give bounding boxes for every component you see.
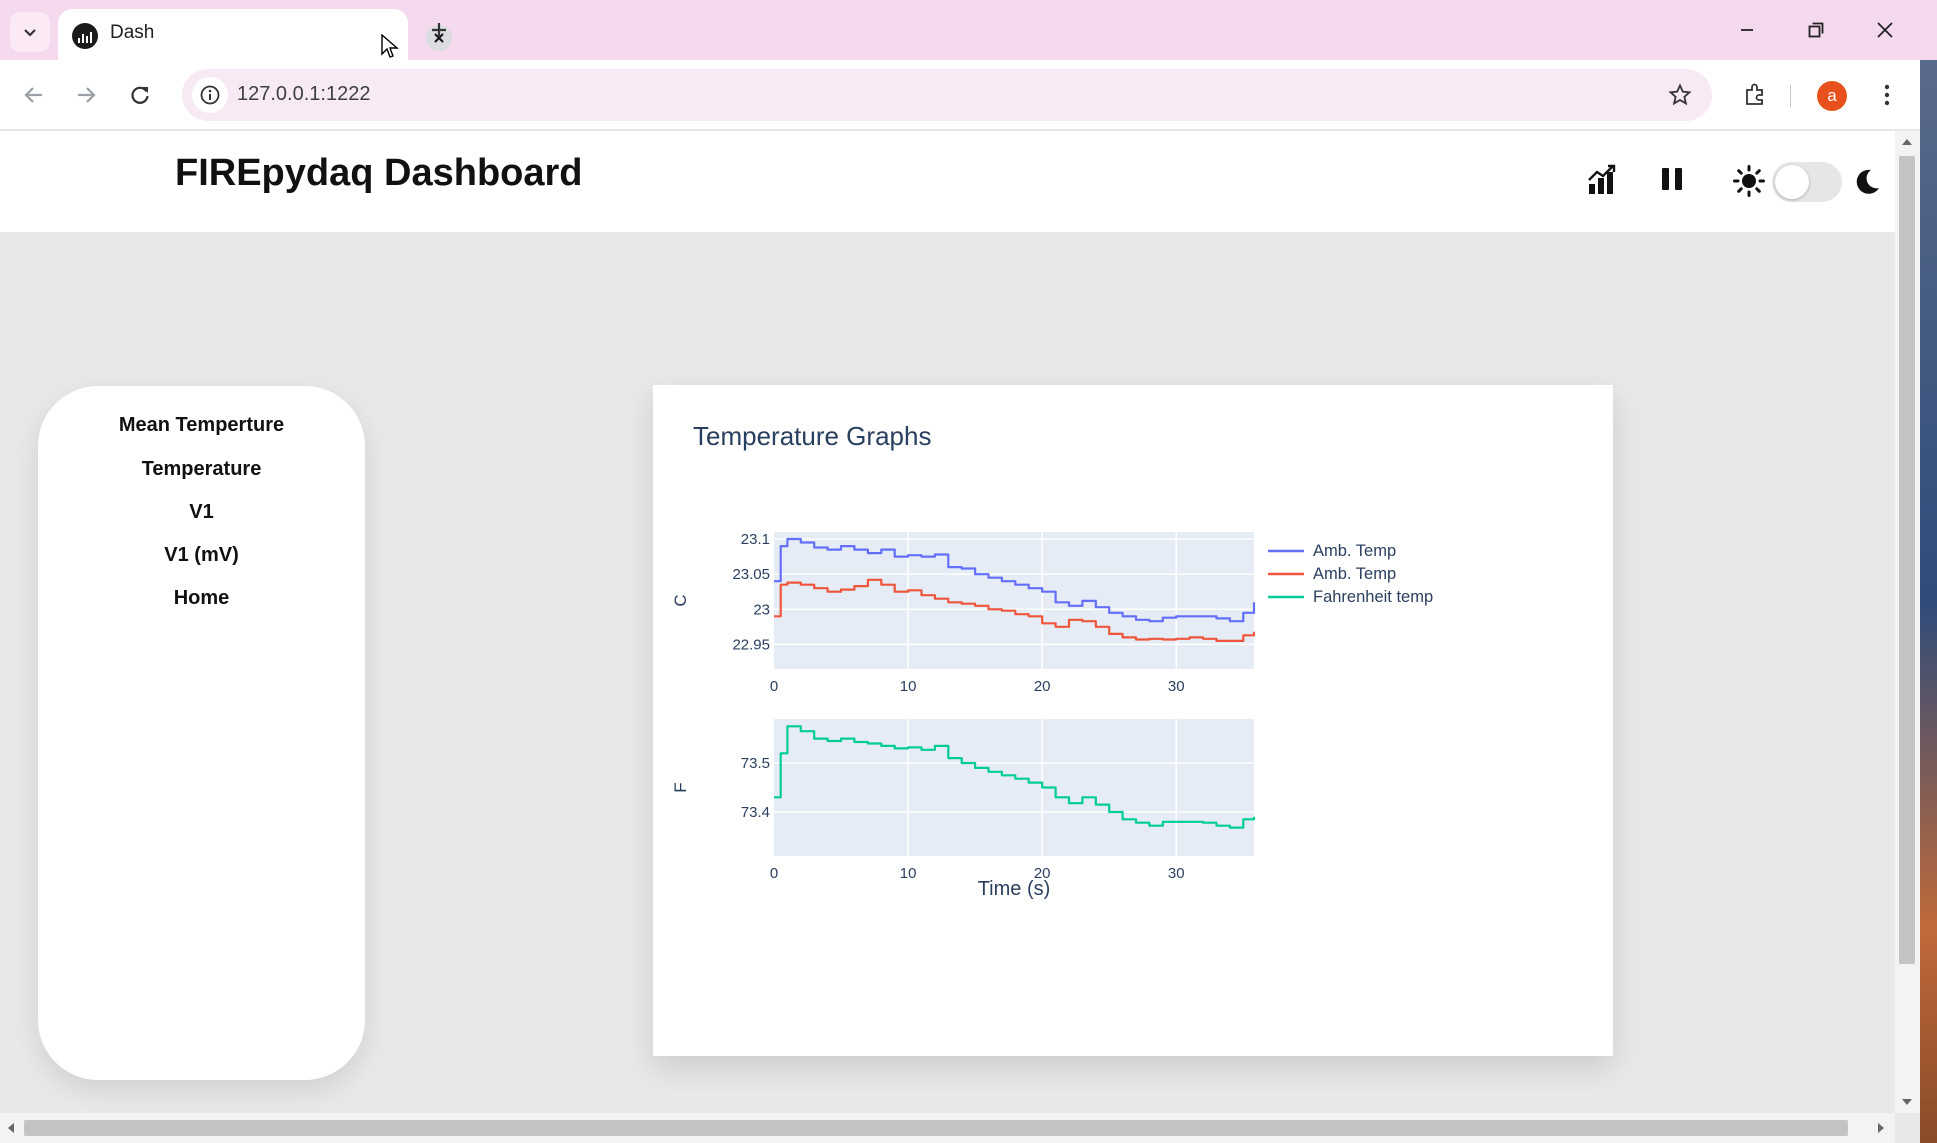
sidebar-nav: Mean Temperture Temperature V1 V1 (mV) H…	[38, 386, 365, 1080]
sun-icon	[1733, 165, 1765, 197]
back-button[interactable]	[14, 75, 54, 115]
extensions-icon	[1746, 83, 1763, 105]
tab-list-button[interactable]	[10, 12, 50, 52]
y-tick-label: 73.4	[741, 804, 770, 821]
pause-icon[interactable]	[1657, 164, 1687, 194]
y-tick-label: 23	[753, 601, 770, 618]
restore-button[interactable]	[1793, 10, 1839, 50]
y-axis-label: C	[671, 594, 690, 606]
x-tick-label: 30	[1168, 678, 1185, 695]
tab-title: Dash	[110, 22, 155, 43]
address-bar[interactable]: 127.0.0.1:1222	[182, 69, 1712, 121]
minimize-icon	[1741, 29, 1753, 31]
scroll-right-icon[interactable]	[1876, 1122, 1886, 1134]
tab-strip: Dash	[0, 0, 1937, 60]
scroll-down-icon[interactable]	[1901, 1097, 1913, 1107]
active-tab[interactable]: Dash	[58, 9, 452, 60]
window-close-button[interactable]	[1862, 10, 1908, 50]
bookmark-button[interactable]	[1664, 79, 1696, 111]
plus-icon	[432, 23, 446, 37]
horizontal-scroll-thumb[interactable]	[24, 1120, 1848, 1136]
legend-entry: Amb. Temp	[1313, 565, 1396, 583]
tab-list-icon	[24, 29, 36, 37]
browser-toolbar: 127.0.0.1:1222 a	[0, 60, 1937, 130]
y-tick-label: 23.05	[732, 566, 770, 583]
sidebar-item-temperature[interactable]: Temperature	[38, 458, 365, 481]
toolbar-divider	[1790, 85, 1791, 107]
dash-favicon-icon	[72, 23, 98, 49]
moon-icon	[1856, 169, 1879, 194]
vertical-scroll-thumb[interactable]	[1899, 156, 1915, 964]
star-icon	[1668, 83, 1692, 106]
x-tick-label: 10	[900, 865, 917, 882]
theme-toggle-switch[interactable]	[1772, 162, 1842, 202]
horizontal-scrollbar[interactable]	[0, 1113, 1895, 1143]
new-tab-button[interactable]	[423, 14, 455, 46]
back-arrow-icon	[24, 87, 42, 103]
forward-button[interactable]	[66, 75, 106, 115]
info-icon	[200, 85, 220, 105]
chart-title: Temperature Graphs	[693, 421, 931, 451]
forward-arrow-icon	[78, 87, 96, 103]
mouse-cursor-icon	[381, 34, 399, 58]
reload-icon	[131, 86, 149, 104]
temperature-graph-card: Temperature Graphs 0 10 20 30 22.95 23 23.05 23.…	[653, 385, 1613, 1056]
y-tick-label: 22.95	[732, 636, 770, 653]
y-tick-label: 23.1	[741, 531, 770, 548]
profile-avatar[interactable]: a	[1817, 81, 1847, 111]
vertical-scrollbar[interactable]	[1895, 131, 1920, 1113]
y-axis-label: F	[671, 782, 690, 792]
sidebar-item-mean-temperature[interactable]: Mean Temperture	[38, 414, 365, 437]
temperature-chart[interactable]: Temperature Graphs 0 10 20 30 22.95 23 23.05 23.…	[653, 385, 1613, 1056]
x-tick-label: 30	[1168, 865, 1185, 882]
browser-menu-button[interactable]	[1870, 75, 1904, 115]
reload-button[interactable]	[120, 75, 160, 115]
x-tick-label: 0	[770, 678, 778, 695]
x-tick-label: 20	[1034, 678, 1051, 695]
desktop-wallpaper-edge	[1920, 60, 1937, 1143]
x-tick-label: 10	[900, 678, 917, 695]
scroll-left-icon[interactable]	[6, 1122, 16, 1134]
toggle-knob	[1775, 165, 1809, 199]
sidebar-item-v1[interactable]: V1	[38, 501, 365, 524]
page-title: FIREpydaq Dashboard	[175, 152, 583, 194]
y-tick-label: 73.5	[741, 755, 770, 772]
legend-entry: Amb. Temp	[1313, 542, 1396, 560]
window-close-icon	[1877, 22, 1893, 38]
url-text[interactable]: 127.0.0.1:1222	[237, 83, 370, 106]
sidebar-item-v1-mv[interactable]: V1 (mV)	[38, 544, 365, 567]
dashboard-header: FIREpydaq Dashboard	[0, 131, 1895, 232]
site-info-button[interactable]	[192, 77, 228, 113]
plot-area-1	[774, 532, 1254, 669]
scroll-up-icon[interactable]	[1901, 137, 1913, 147]
bar-chart-icon[interactable]	[1586, 164, 1618, 196]
minimize-button[interactable]	[1724, 10, 1770, 50]
restore-icon	[1808, 22, 1824, 38]
x-axis-label: Time (s)	[978, 878, 1051, 900]
legend-entry: Fahrenheit temp	[1313, 588, 1433, 606]
x-tick-label: 0	[770, 865, 778, 882]
kebab-menu-icon	[1884, 84, 1890, 106]
sidebar-item-home[interactable]: Home	[38, 587, 365, 610]
extensions-button[interactable]	[1735, 75, 1775, 115]
